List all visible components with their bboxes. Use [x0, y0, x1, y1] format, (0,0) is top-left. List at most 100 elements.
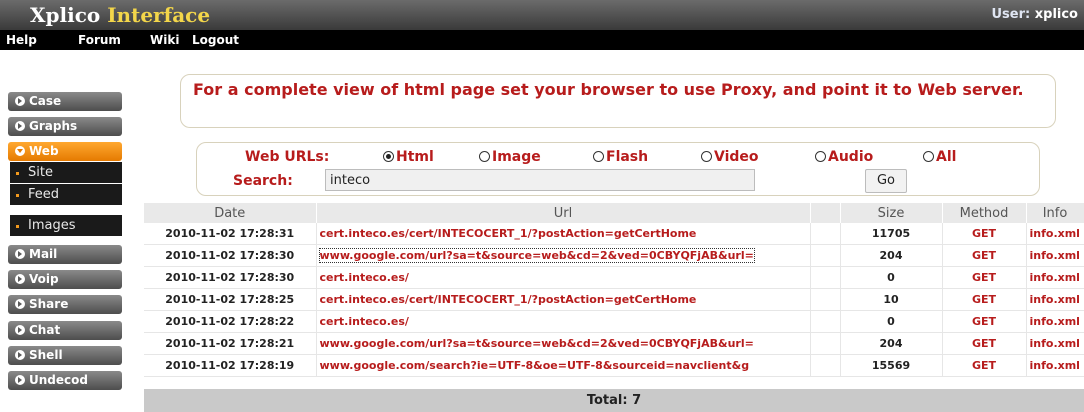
table-header: Date Url Size Method Info — [144, 203, 1084, 223]
cell-size: 11705 — [840, 223, 943, 245]
radio-audio[interactable]: Audio — [815, 149, 873, 165]
cell-size: 15569 — [840, 354, 943, 377]
radio-circle-icon — [479, 151, 490, 162]
go-button[interactable]: Go — [865, 169, 907, 193]
sidebar-item-label: Web — [29, 144, 59, 158]
info-link[interactable]: info.xml — [1030, 315, 1080, 328]
sidebar-subitem-images[interactable]: Images — [10, 215, 122, 236]
url-link[interactable]: www.google.com/search?ie=UTF-8&oe=UTF-8&… — [320, 359, 750, 372]
radio-all[interactable]: All — [923, 149, 956, 165]
radio-circle-icon — [383, 151, 394, 162]
table-row: 2010-11-02 17:28:22 cert.inteco.es/ 0 GE… — [144, 310, 1084, 333]
table-row: 2010-11-02 17:28:25 cert.inteco.es/cert/… — [144, 288, 1084, 311]
cell-date: 2010-11-02 17:28:25 — [144, 288, 317, 311]
cell-url: cert.inteco.es/ — [316, 310, 811, 333]
cell-info: info.xml — [1026, 266, 1084, 289]
sidebar-item-voip[interactable]: Voip — [8, 270, 122, 289]
radio-circle-icon — [593, 151, 604, 162]
arrow-right-icon — [15, 350, 25, 360]
user-name: xplico — [1034, 7, 1078, 22]
cell-info: info.xml — [1026, 310, 1084, 333]
sidebar-item-share[interactable]: Share — [8, 295, 122, 314]
cell-url: cert.inteco.es/cert/INTECOCERT_1/?postAc… — [316, 288, 811, 311]
radio-label: Html — [396, 149, 434, 165]
sidebar-item-graphs[interactable]: Graphs — [8, 117, 122, 136]
column-header-date[interactable]: Date — [144, 203, 317, 223]
url-link[interactable]: cert.inteco.es/cert/INTECOCERT_1/?postAc… — [320, 293, 697, 306]
cell-size: 0 — [840, 266, 943, 289]
sidebar-subitem-site[interactable]: Site — [10, 162, 122, 183]
column-header-blank — [810, 203, 841, 223]
app-logo: Xplico Interface — [30, 0, 210, 30]
radio-html[interactable]: Html — [383, 149, 434, 165]
url-link[interactable]: www.google.com/url?sa=t&source=web&cd=2&… — [320, 337, 754, 350]
cell-blank — [810, 310, 841, 333]
table-row: 2010-11-02 17:28:30 www.google.com/url?s… — [144, 244, 1084, 267]
menu-help[interactable]: Help — [6, 30, 37, 50]
cell-url: www.google.com/search?ie=UTF-8&oe=UTF-8&… — [316, 354, 811, 377]
sidebar-subitem-feed[interactable]: Feed — [10, 184, 122, 205]
info-link[interactable]: info.xml — [1030, 227, 1080, 240]
sidebar-subitem-label: Images — [28, 218, 76, 233]
url-link[interactable]: cert.inteco.es/ — [320, 271, 409, 284]
arrow-right-icon — [15, 299, 25, 309]
column-header-size[interactable]: Size — [840, 203, 943, 223]
search-input[interactable] — [325, 169, 755, 191]
info-link[interactable]: info.xml — [1030, 359, 1080, 372]
column-header-url[interactable]: Url — [316, 203, 811, 223]
cell-info: info.xml — [1026, 354, 1084, 377]
cell-info: info.xml — [1026, 223, 1084, 245]
arrow-right-icon — [15, 375, 25, 385]
column-header-info[interactable]: Info — [1026, 203, 1084, 223]
sidebar-item-chat[interactable]: Chat — [8, 321, 122, 340]
sidebar-item-label: Mail — [29, 247, 58, 261]
cell-date: 2010-11-02 17:28:21 — [144, 332, 317, 355]
sidebar-item-shell[interactable]: Shell — [8, 346, 122, 365]
url-link[interactable]: www.google.com/url?sa=t&source=web&cd=2&… — [318, 248, 755, 263]
sidebar-item-mail[interactable]: Mail — [8, 245, 122, 264]
sidebar-item-web[interactable]: Web — [8, 142, 122, 161]
web-urls-table: Date Url Size Method Info 2010-11-02 17:… — [144, 203, 1084, 377]
cell-date: 2010-11-02 17:28:31 — [144, 223, 317, 245]
cell-blank — [810, 266, 841, 289]
radio-flash[interactable]: Flash — [593, 149, 648, 165]
proxy-notice: For a complete view of html page set you… — [180, 74, 1056, 128]
radio-label: All — [936, 149, 957, 165]
radio-circle-icon — [701, 151, 712, 162]
cell-size: 10 — [840, 288, 943, 311]
radio-circle-icon — [815, 151, 826, 162]
sidebar-item-label: Graphs — [29, 119, 78, 133]
arrow-right-icon — [15, 274, 25, 284]
table-row: 2010-11-02 17:28:21 www.google.com/url?s… — [144, 332, 1084, 355]
user-info: User: xplico — [991, 0, 1078, 30]
cell-url: cert.inteco.es/ — [316, 266, 811, 289]
top-bar: Xplico Interface User: xplico — [0, 0, 1084, 30]
cell-info: info.xml — [1026, 244, 1084, 267]
info-link[interactable]: info.xml — [1030, 249, 1080, 262]
arrow-right-icon — [15, 325, 25, 335]
cell-size: 204 — [840, 332, 943, 355]
info-link[interactable]: info.xml — [1030, 271, 1080, 284]
column-header-method[interactable]: Method — [942, 203, 1027, 223]
cell-url: www.google.com/url?sa=t&source=web&cd=2&… — [316, 244, 811, 267]
cell-size: 0 — [840, 310, 943, 333]
sidebar-item-case[interactable]: Case — [8, 92, 122, 111]
sidebar-item-label: Shell — [29, 348, 63, 362]
radio-video[interactable]: Video — [701, 149, 759, 165]
radio-circle-icon — [923, 151, 934, 162]
radio-label: Video — [714, 149, 759, 165]
sidebar-subitem-label: Feed — [28, 187, 60, 202]
table-row: 2010-11-02 17:28:19 www.google.com/searc… — [144, 354, 1084, 377]
menu-logout[interactable]: Logout — [192, 30, 239, 50]
menu-wiki[interactable]: Wiki — [150, 30, 179, 50]
radio-image[interactable]: Image — [479, 149, 541, 165]
info-link[interactable]: info.xml — [1030, 293, 1080, 306]
sidebar-item-label: Share — [29, 297, 69, 311]
cell-method: GET — [942, 244, 1027, 267]
url-link[interactable]: cert.inteco.es/cert/INTECOCERT_1/?postAc… — [320, 227, 697, 240]
sidebar-item-label: Undecod — [29, 373, 88, 387]
info-link[interactable]: info.xml — [1030, 337, 1080, 350]
menu-forum[interactable]: Forum — [78, 30, 121, 50]
sidebar-item-undecod[interactable]: Undecod — [8, 371, 122, 390]
url-link[interactable]: cert.inteco.es/ — [320, 315, 409, 328]
